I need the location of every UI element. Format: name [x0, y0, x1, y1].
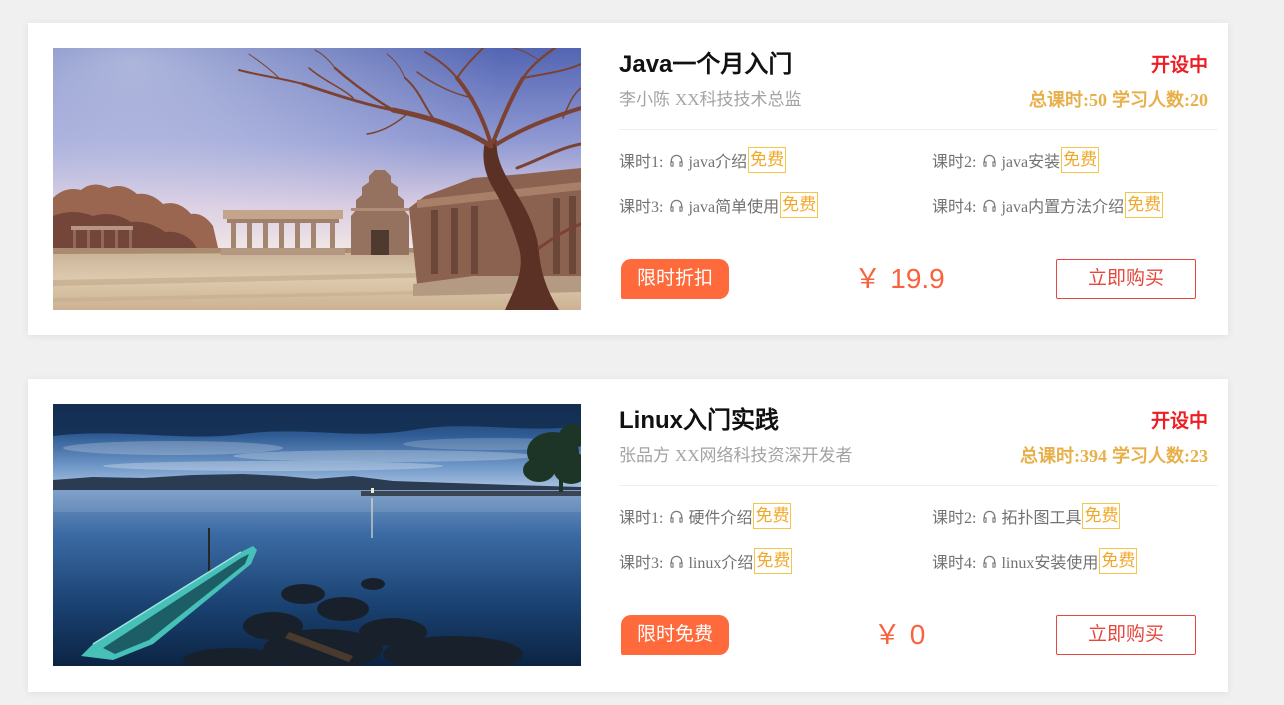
lesson-number: 课时2: [932, 154, 977, 171]
buy-button[interactable]: 立即购买 [1056, 259, 1196, 299]
lesson-name: java简单使用 [688, 199, 780, 216]
teacher-title: XX科技技术总监 [675, 90, 802, 109]
lesson-item[interactable]: 课时3: linux介绍 免费 [619, 548, 793, 574]
headphones-icon [982, 153, 997, 168]
temple-photo [53, 48, 581, 310]
lesson-number: 课时3: [619, 555, 664, 572]
lesson-number: 课时1: [619, 510, 664, 527]
teacher-title: XX网络科技资深开发者 [675, 446, 853, 465]
lesson-name: linux安装使用 [1001, 555, 1099, 572]
headphones-icon [982, 198, 997, 213]
free-tag: 免费 [1061, 147, 1100, 173]
lesson-number: 课时4: [932, 199, 977, 216]
learners-value: 23 [1190, 446, 1208, 466]
headphones-icon [669, 153, 684, 168]
lesson-item[interactable]: 课时2: java安装 免费 [932, 147, 1100, 173]
lesson-number: 课时1: [619, 154, 664, 171]
buy-button[interactable]: 立即购买 [1056, 615, 1196, 655]
course-status: 开设中 [1150, 411, 1208, 432]
lesson-number: 课时4: [932, 555, 977, 572]
teacher-info: 张品方 XX网络科技资深开发者 [619, 445, 853, 467]
course-title[interactable]: Java一个月入门 [619, 51, 792, 79]
headphones-icon [982, 509, 997, 524]
headphones-icon [669, 198, 684, 213]
total-hours-label: 总课时: [1020, 446, 1080, 466]
learners-label: 学习人数: [1112, 446, 1190, 466]
currency-symbol: ￥ [854, 264, 882, 294]
learners-label: 学习人数: [1112, 90, 1190, 110]
lesson-item[interactable]: 课时3: java简单使用 免费 [619, 192, 819, 218]
free-tag: 免费 [780, 192, 819, 218]
lesson-item[interactable]: 课时1: java介绍 免费 [619, 147, 787, 173]
teacher-info: 李小陈 XX科技技术总监 [619, 89, 802, 111]
course-stats: 总课时:394 学习人数:23 [1020, 444, 1208, 468]
lesson-item[interactable]: 课时4: linux安装使用 免费 [932, 548, 1138, 574]
teacher-name: 张品方 [619, 446, 670, 465]
course-stats: 总课时:50 学习人数:20 [1029, 88, 1208, 112]
lesson-name: java介绍 [688, 154, 748, 171]
lesson-name: 拓扑图工具 [1001, 510, 1082, 527]
price-value: 19.9 [890, 263, 945, 294]
promo-badge: 限时免费 [621, 615, 729, 655]
lesson-item[interactable]: 课时2: 拓扑图工具 免费 [932, 503, 1121, 529]
total-hours-value: 50 [1089, 90, 1107, 110]
course-cover-image[interactable] [53, 48, 581, 310]
headphones-icon [669, 554, 684, 569]
free-tag: 免费 [753, 503, 792, 529]
divider [619, 485, 1218, 486]
price: ￥ 19.9 [761, 259, 1038, 299]
lesson-name: java安装 [1001, 154, 1061, 171]
lesson-item[interactable]: 课时4: java内置方法介绍 免费 [932, 192, 1164, 218]
free-tag: 免费 [1099, 548, 1138, 574]
teacher-name: 李小陈 [619, 90, 670, 109]
lesson-number: 课时3: [619, 199, 664, 216]
course-card: Linux入门实践 开设中 张品方 XX网络科技资深开发者 总课时:394 学习人数… [28, 379, 1228, 692]
free-tag: 免费 [754, 548, 793, 574]
total-hours-value: 394 [1080, 446, 1107, 466]
course-card: Java一个月入门 开设中 李小陈 XX科技技术总监 总课时:50 学习人数:20 … [28, 23, 1228, 335]
headphones-icon [982, 554, 997, 569]
price-value: 0 [909, 619, 926, 650]
course-cover-image[interactable] [53, 404, 581, 666]
free-tag: 免费 [748, 147, 787, 173]
lesson-number: 课时2: [932, 510, 977, 527]
total-hours-label: 总课时: [1029, 90, 1089, 110]
free-tag: 免费 [1082, 503, 1121, 529]
course-status: 开设中 [1150, 55, 1208, 76]
currency-symbol: ￥ [873, 620, 901, 650]
promo-badge: 限时折扣 [621, 259, 729, 299]
price: ￥ 0 [761, 615, 1038, 655]
learners-value: 20 [1190, 90, 1208, 110]
lake-photo [53, 404, 581, 666]
lesson-name: java内置方法介绍 [1001, 199, 1125, 216]
divider [619, 129, 1218, 130]
headphones-icon [669, 509, 684, 524]
lesson-name: linux介绍 [688, 555, 754, 572]
lesson-name: 硬件介绍 [688, 510, 753, 527]
lesson-item[interactable]: 课时1: 硬件介绍 免费 [619, 503, 792, 529]
free-tag: 免费 [1125, 192, 1164, 218]
course-title[interactable]: Linux入门实践 [619, 407, 779, 435]
